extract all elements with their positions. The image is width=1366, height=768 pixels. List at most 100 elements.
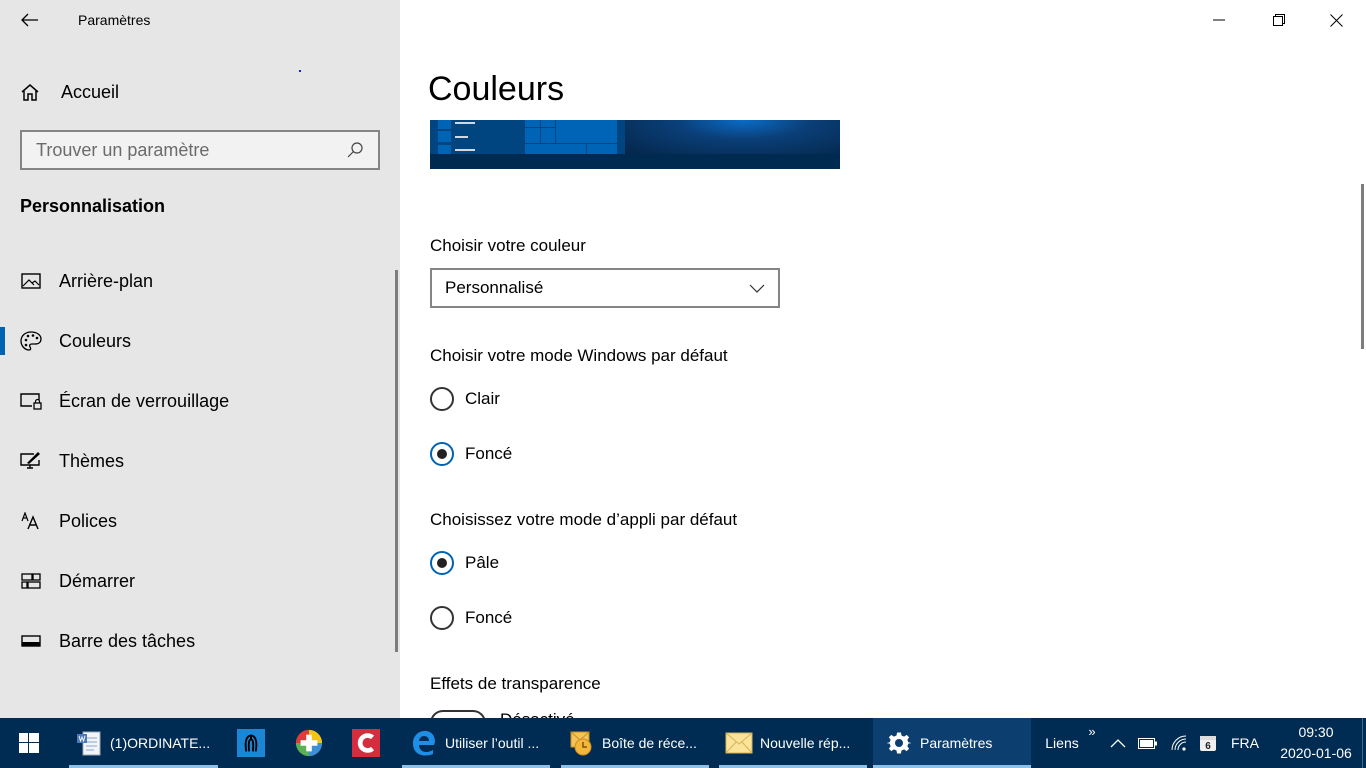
windows-taskbar: (1)ORDINATE... Utiliser l’outil ... Boît…	[0, 718, 1366, 768]
restore-icon	[1273, 14, 1285, 26]
app-mode-light-radio[interactable]: Pâle	[430, 550, 499, 576]
start-icon	[20, 570, 42, 592]
taskbar-app-outlook[interactable]: Boîte de réce...	[561, 718, 709, 768]
palette-icon	[20, 330, 42, 352]
close-button[interactable]	[1313, 0, 1359, 40]
app-colorful-circle-icon	[295, 729, 323, 757]
clock-time: 09:30	[1298, 724, 1334, 740]
outlook-icon	[567, 729, 595, 757]
lock-screen-icon	[20, 390, 42, 412]
main-scrollbar[interactable]	[1361, 184, 1364, 349]
calendar-badge: 6	[1205, 741, 1211, 752]
fonts-icon	[20, 510, 42, 532]
links-chevron[interactable]: »	[1084, 706, 1100, 756]
transparency-label: Effets de transparence	[430, 674, 601, 693]
sidebar-item-themes[interactable]: Thèmes	[0, 441, 390, 481]
home-icon	[21, 84, 39, 101]
taskbar-app-edge[interactable]: Utiliser l’outil ...	[402, 718, 550, 768]
sidebar-item-label: Arrière-plan	[59, 270, 154, 291]
minimize-icon	[1213, 19, 1225, 21]
sidebar-item-colors[interactable]: Couleurs	[0, 321, 390, 361]
preview-desktop	[625, 120, 840, 154]
sidebar-item-fonts[interactable]: Polices	[0, 501, 390, 541]
clock-date: 2020-01-06	[1280, 745, 1352, 761]
minimize-button[interactable]	[1196, 0, 1242, 40]
app-mode-dark-radio[interactable]: Foncé	[430, 605, 512, 631]
sidebar: Paramètres Accueil Personnalisation Arri…	[0, 0, 400, 718]
battery-icon	[1138, 737, 1157, 749]
taskbar-app-label: (1)ORDINATE...	[110, 735, 211, 751]
windows-mode-dark-radio[interactable]: Foncé	[430, 441, 512, 467]
wifi-button[interactable]	[1167, 718, 1191, 768]
taskbar-app-red-c[interactable]	[352, 718, 382, 768]
links-toolbar[interactable]: Liens	[1038, 718, 1086, 768]
taskbar-app-word[interactable]: (1)ORDINATE...	[69, 718, 218, 768]
radio-circle	[430, 387, 454, 411]
close-icon	[1329, 13, 1343, 27]
app-mode-label: Choisissez votre mode d’appli par défaut	[430, 510, 738, 529]
sidebar-item-start[interactable]: Démarrer	[0, 561, 390, 601]
show-desktop-button[interactable]	[1362, 718, 1366, 768]
taskbar-app-label: Utiliser l’outil ...	[445, 735, 540, 751]
sidebar-home[interactable]: Accueil	[20, 78, 119, 106]
app-red-c-icon	[352, 729, 380, 757]
taskbar-app-colorful[interactable]	[295, 718, 325, 768]
start-button[interactable]	[0, 718, 58, 768]
search-icon[interactable]	[346, 141, 364, 159]
transparency-toggle-label: Désactivé	[500, 710, 575, 718]
clock[interactable]: 09:30 2020-01-06	[1270, 722, 1362, 764]
themes-icon	[20, 450, 42, 472]
restore-button[interactable]	[1256, 0, 1302, 40]
taskbar-app-mail[interactable]: Nouvelle rép...	[719, 718, 867, 768]
taskbar-app-blue[interactable]	[237, 718, 267, 768]
radio-label: Pâle	[465, 553, 500, 572]
radio-circle-checked	[430, 551, 454, 575]
chevron-down-icon	[749, 284, 765, 293]
taskbar-app-label: Nouvelle rép...	[760, 735, 851, 751]
edge-icon	[410, 729, 438, 757]
sidebar-item-lock-screen[interactable]: Écran de verrouillage	[0, 381, 390, 421]
main-content: Couleurs Choisir votre couleur Personnal…	[400, 0, 1366, 718]
taskbar-icon	[20, 630, 42, 652]
color-preview-image	[430, 120, 840, 169]
app-title: Paramètres	[78, 12, 151, 28]
sidebar-item-taskbar[interactable]: Barre des tâches	[0, 621, 390, 661]
radio-circle-checked	[430, 442, 454, 466]
gear-icon	[885, 729, 913, 757]
app-blue-icon	[237, 729, 265, 757]
back-button[interactable]	[18, 8, 42, 32]
language-button[interactable]: FRA	[1226, 718, 1264, 768]
links-label: Liens	[1045, 735, 1079, 751]
radio-circle	[430, 606, 454, 630]
color-mode-dropdown[interactable]: Personnalisé	[430, 268, 780, 308]
battery-button[interactable]	[1136, 718, 1160, 768]
selected-indicator	[0, 327, 5, 355]
taskbar-app-label: Paramètres	[920, 735, 993, 751]
windows-logo-icon	[19, 733, 39, 753]
home-label: Accueil	[61, 81, 120, 102]
calendar-icon: 6	[1200, 736, 1216, 752]
sidebar-item-background[interactable]: Arrière-plan	[0, 261, 390, 301]
radio-label: Foncé	[465, 444, 513, 463]
language-label: FRA	[1231, 735, 1259, 751]
radio-label: Foncé	[465, 608, 513, 627]
sidebar-item-label: Écran de verrouillage	[59, 390, 230, 411]
transparency-toggle[interactable]	[430, 710, 486, 718]
cursor-dot	[299, 70, 301, 72]
taskbar-app-label: Boîte de réce...	[602, 735, 697, 751]
windows-mode-light-radio[interactable]: Clair	[430, 386, 500, 412]
taskbar-app-settings[interactable]: Paramètres	[873, 718, 1031, 768]
word-document-icon	[75, 729, 103, 757]
section-title: Personnalisation	[20, 196, 166, 216]
calendar-tray-button[interactable]: 6	[1196, 718, 1220, 768]
sidebar-item-label: Couleurs	[59, 330, 132, 351]
dropdown-value: Personnalisé	[445, 278, 544, 297]
sidebar-scrollbar[interactable]	[395, 270, 398, 652]
sidebar-item-label: Polices	[59, 510, 118, 531]
show-hidden-icons-button[interactable]	[1106, 718, 1130, 768]
windows-mode-label: Choisir votre mode Windows par défaut	[430, 346, 728, 365]
search-input[interactable]	[36, 139, 346, 161]
preview-taskbar	[430, 154, 840, 169]
search-box[interactable]	[20, 130, 380, 170]
back-arrow-icon	[21, 13, 38, 27]
